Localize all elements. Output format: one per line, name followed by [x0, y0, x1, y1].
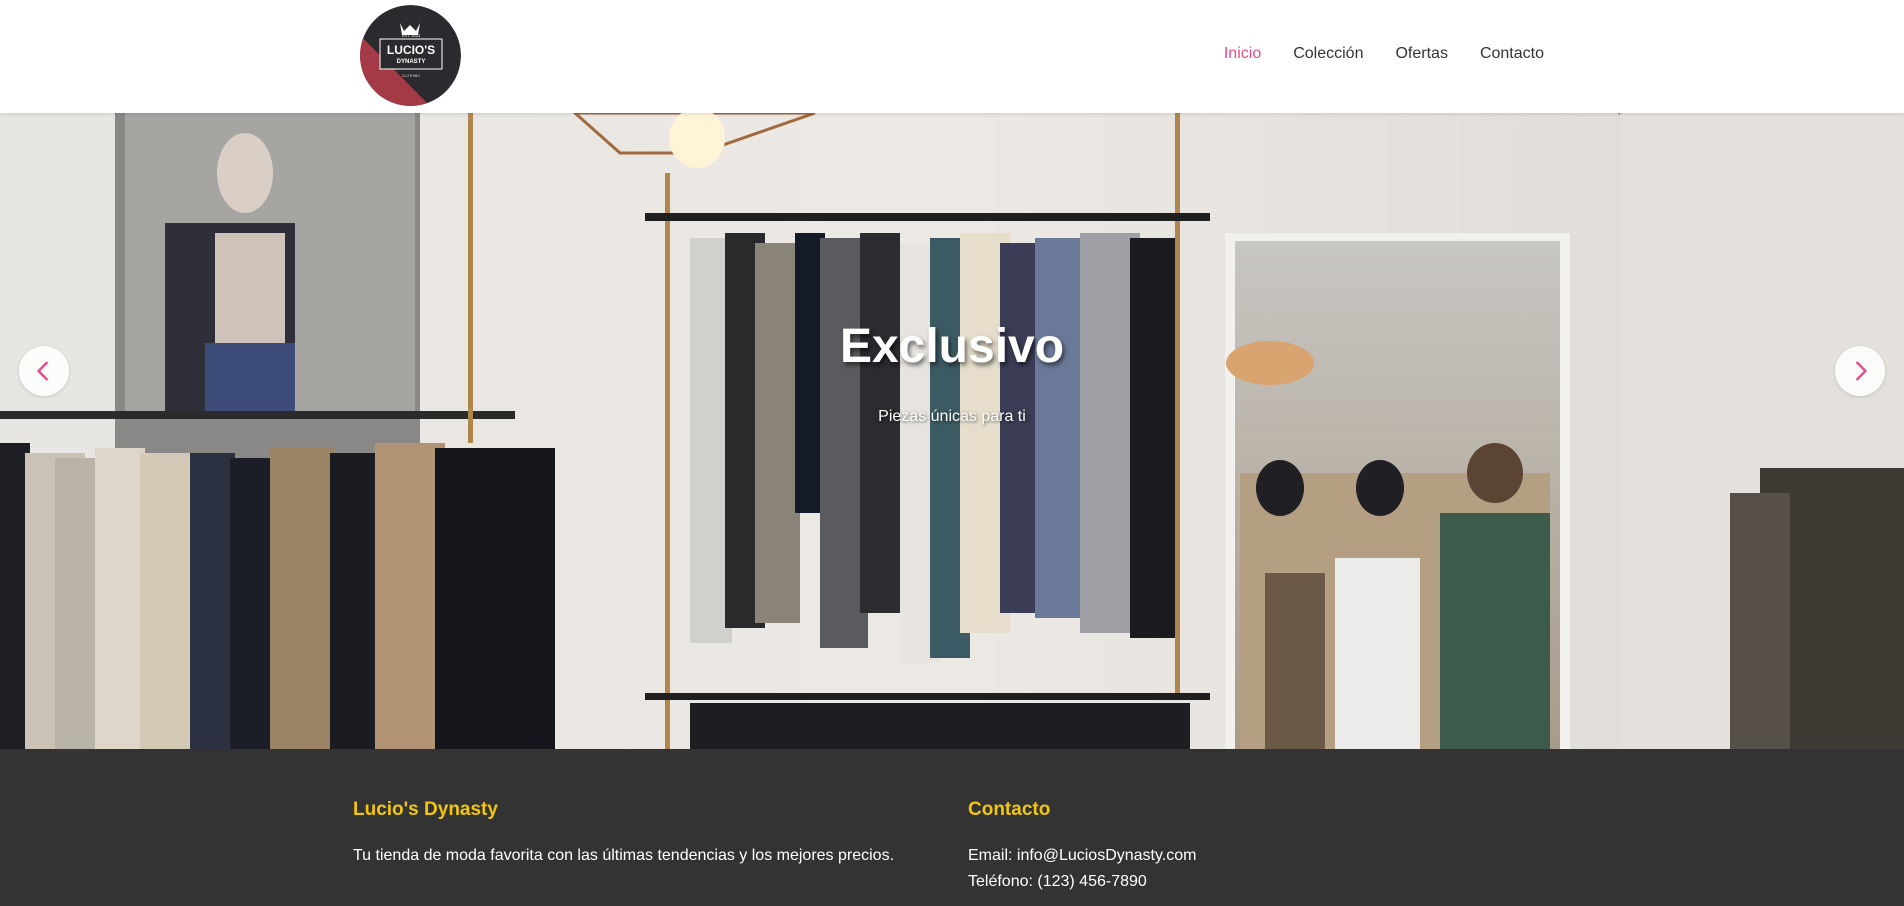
- footer-about-text: Tu tienda de moda favorita con las últim…: [353, 847, 895, 864]
- brand-logo[interactable]: EST. 2023 LUCIO'S DYNASTY CLOTHING: [360, 5, 461, 106]
- footer-about: Lucio's Dynasty Tu tienda de moda favori…: [353, 799, 913, 869]
- svg-text:CLOTHING: CLOTHING: [402, 74, 420, 78]
- footer-about-heading: Lucio's Dynasty: [353, 799, 498, 820]
- nav-item-ofertas[interactable]: Ofertas: [1395, 45, 1447, 63]
- site-header: EST. 2023 LUCIO'S DYNASTY CLOTHING Inici…: [0, 0, 1904, 113]
- site-footer: Lucio's Dynasty Tu tienda de moda favori…: [0, 749, 1904, 906]
- hero-title: Exclusivo: [839, 320, 1065, 373]
- hero-subtitle: Piezas únicas para ti: [878, 408, 1026, 425]
- carousel-next-button[interactable]: [1835, 346, 1885, 396]
- footer-email[interactable]: Email: info@LuciosDynasty.com: [968, 843, 1468, 869]
- carousel-prev-button[interactable]: [19, 346, 69, 396]
- hero-background-image: [0, 113, 1904, 749]
- chevron-right-icon: [1856, 361, 1867, 381]
- footer-contact-heading: Contacto: [968, 799, 1051, 820]
- main-nav: Inicio Colección Ofertas Contacto: [1224, 45, 1544, 63]
- hero-carousel: Exclusivo Piezas únicas para ti: [0, 113, 1904, 749]
- svg-text:LUCIO'S: LUCIO'S: [387, 43, 435, 57]
- logo-badge-icon: EST. 2023 LUCIO'S DYNASTY CLOTHING: [360, 5, 461, 106]
- chevron-left-icon: [37, 361, 48, 381]
- nav-item-inicio[interactable]: Inicio: [1224, 45, 1261, 63]
- footer-phone[interactable]: Teléfono: (123) 456-7890: [968, 869, 1468, 895]
- footer-contact: Contacto Email: info@LuciosDynasty.com T…: [968, 799, 1468, 895]
- svg-text:EST. 2023: EST. 2023: [402, 33, 421, 38]
- nav-item-contacto[interactable]: Contacto: [1480, 45, 1544, 63]
- nav-item-coleccion[interactable]: Colección: [1293, 45, 1363, 63]
- svg-text:DYNASTY: DYNASTY: [397, 59, 426, 65]
